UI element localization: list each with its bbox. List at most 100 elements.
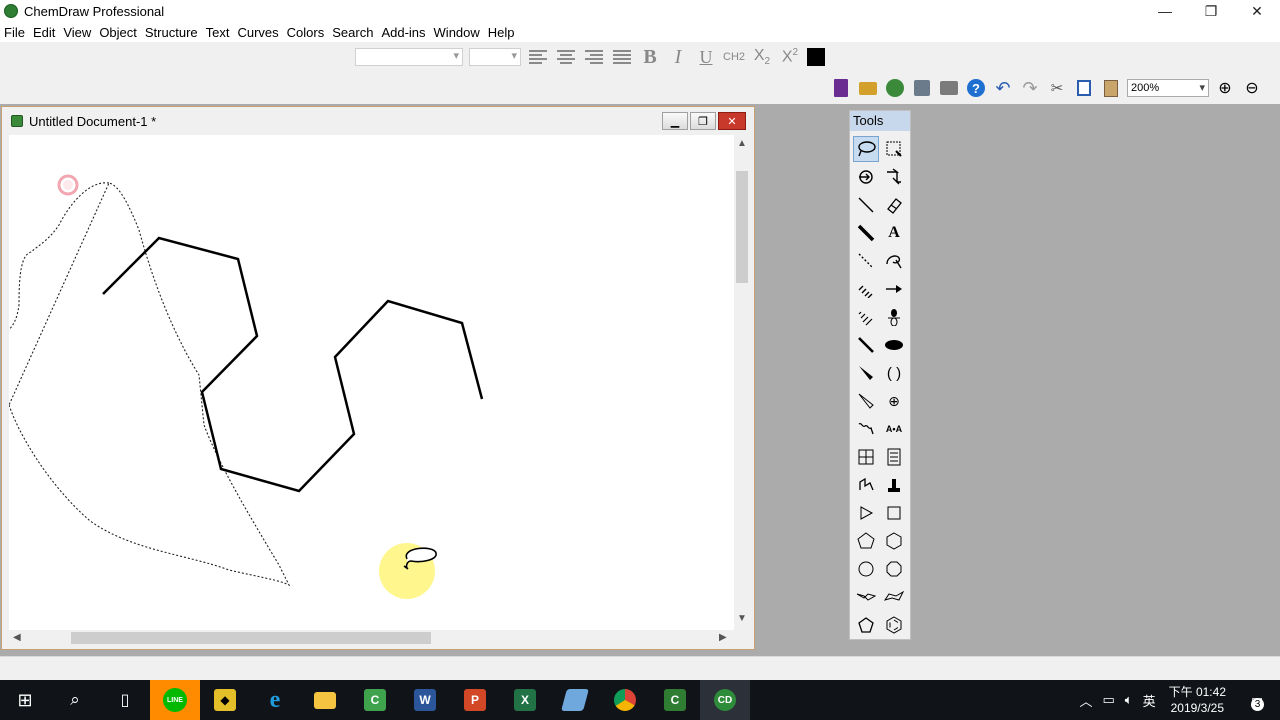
document-maximize-button[interactable]: ❐ [690, 112, 716, 130]
marquee-tool[interactable] [881, 136, 907, 162]
document-minimize-button[interactable]: ▁ [662, 112, 688, 130]
save-button[interactable] [911, 77, 933, 99]
clock[interactable]: 下午 01:42 2019/3/25 [1169, 684, 1226, 716]
zoom-in-button[interactable]: ⊕ [1214, 77, 1236, 99]
wedge-bond-tool[interactable] [853, 360, 879, 386]
table-tool[interactable] [853, 444, 879, 470]
vertical-scrollbar[interactable]: ▲ ▼ [734, 135, 750, 630]
scroll-right-icon[interactable]: ▶ [719, 632, 727, 643]
taskbar-ie-app[interactable]: e [250, 680, 300, 720]
hollow-wedge-tool[interactable] [853, 388, 879, 414]
menu-text[interactable]: Text [202, 25, 234, 40]
italic-button[interactable]: I [667, 46, 689, 68]
menu-help[interactable]: Help [484, 25, 519, 40]
tlc-plate-tool[interactable] [881, 444, 907, 470]
ime-indicator[interactable]: 英 [1143, 691, 1156, 710]
align-center-button[interactable] [555, 46, 577, 68]
brackets-tool[interactable]: ( ) [881, 360, 907, 386]
wavy-bond-tool[interactable] [853, 416, 879, 442]
hashed-wedge-tool[interactable] [853, 304, 879, 330]
help-button[interactable]: ? [965, 77, 987, 99]
arrow-tool[interactable] [881, 276, 907, 302]
formula-button[interactable]: CH2 [723, 46, 745, 68]
taskbar-word-app[interactable]: W [400, 680, 450, 720]
superscript-button[interactable]: X2 [779, 46, 801, 68]
solid-bond-tool[interactable] [853, 192, 879, 218]
scroll-up-icon[interactable]: ▲ [737, 138, 747, 149]
taskbar-file-explorer-app[interactable] [300, 680, 350, 720]
taskbar-camtasia-app[interactable]: C [350, 680, 400, 720]
font-select[interactable] [355, 48, 463, 66]
horizontal-scrollbar[interactable]: ◀ ▶ [9, 630, 734, 646]
undo-button[interactable]: ↶ [992, 77, 1014, 99]
drawing-element-tool[interactable] [881, 332, 907, 358]
volume-icon[interactable]: 🔈︎ [1125, 692, 1133, 708]
square-tool[interactable] [881, 500, 907, 526]
vertical-scroll-thumb[interactable] [736, 171, 748, 283]
pentagon-tool[interactable] [853, 528, 879, 554]
align-left-button[interactable] [527, 46, 549, 68]
menu-view[interactable]: View [59, 25, 95, 40]
bold-wedge-tool[interactable] [853, 332, 879, 358]
menu-colors[interactable]: Colors [283, 25, 329, 40]
document-close-button[interactable]: ✕ [718, 112, 746, 130]
paste-button[interactable] [1100, 77, 1122, 99]
bold-bond-tool[interactable] [853, 220, 879, 246]
scroll-down-icon[interactable]: ▼ [737, 613, 747, 624]
taskbar-chrome-app[interactable] [600, 680, 650, 720]
cyclopentadiene-tool[interactable] [853, 612, 879, 638]
taskbar-powerpoint-app[interactable]: P [450, 680, 500, 720]
zoom-select[interactable]: 200% [1127, 79, 1209, 97]
copy-button[interactable] [1073, 77, 1095, 99]
redo-button[interactable]: ↷ [1019, 77, 1041, 99]
taskbar-excel-app[interactable]: X [500, 680, 550, 720]
structure-perspective-tool[interactable] [853, 164, 879, 190]
charge-tool[interactable]: ⊕ [881, 388, 907, 414]
restore-button[interactable]: ❐ [1188, 0, 1234, 22]
stamp-tool[interactable] [881, 472, 907, 498]
benzene-tool[interactable] [881, 612, 907, 638]
task-view-button[interactable]: ▯ [100, 680, 150, 720]
action-center-button[interactable]: ▭3 [1239, 692, 1275, 711]
document-title-bar[interactable]: Untitled Document-1 * ▁ ❐ ✕ [2, 107, 754, 135]
subscript-button[interactable]: X2 [751, 46, 773, 68]
underline-button[interactable]: U [695, 46, 717, 68]
menu-curves[interactable]: Curves [233, 25, 282, 40]
atom-mapping-tool[interactable]: A•A [881, 416, 907, 442]
network-icon[interactable]: ▭ [1103, 692, 1115, 708]
bold-button[interactable]: B [639, 46, 661, 68]
hashed-bond-tool[interactable] [853, 276, 879, 302]
menu-window[interactable]: Window [430, 25, 484, 40]
cyclohexane-tool[interactable] [881, 556, 907, 582]
dashed-bond-tool[interactable] [853, 248, 879, 274]
tools-palette-title[interactable]: Tools [850, 111, 910, 131]
taskbar-note-app[interactable] [550, 680, 600, 720]
new-document-button[interactable] [830, 77, 852, 99]
triangle-tool[interactable] [853, 500, 879, 526]
print-button[interactable] [938, 77, 960, 99]
lasso-tool[interactable] [853, 136, 879, 162]
chemdraw-online-button[interactable] [884, 77, 906, 99]
chain-tool[interactable] [853, 472, 879, 498]
taskbar-batman-app[interactable]: ◆ [200, 680, 250, 720]
align-right-button[interactable] [583, 46, 605, 68]
hexagon-tool[interactable] [881, 528, 907, 554]
font-size-select[interactable] [469, 48, 521, 66]
cut-button[interactable]: ✂ [1046, 77, 1068, 99]
pen-tool[interactable] [881, 248, 907, 274]
start-button[interactable]: ⊞ [0, 680, 50, 720]
mass-fragmentation-tool[interactable] [881, 164, 907, 190]
close-button[interactable]: ✕ [1234, 0, 1280, 22]
zoom-out-button[interactable]: ⊖ [1241, 77, 1263, 99]
eraser-tool[interactable] [881, 192, 907, 218]
chair-right-tool[interactable] [881, 584, 907, 610]
search-button[interactable]: ⌕ [50, 680, 100, 720]
menu-add-ins[interactable]: Add-ins [377, 25, 429, 40]
menu-object[interactable]: Object [95, 25, 141, 40]
justify-button[interactable] [611, 46, 633, 68]
text-color-swatch[interactable] [807, 48, 825, 66]
chair-left-tool[interactable] [853, 584, 879, 610]
minimize-button[interactable]: — [1142, 0, 1188, 22]
menu-file[interactable]: File [0, 25, 29, 40]
horizontal-scroll-thumb[interactable] [71, 632, 431, 644]
